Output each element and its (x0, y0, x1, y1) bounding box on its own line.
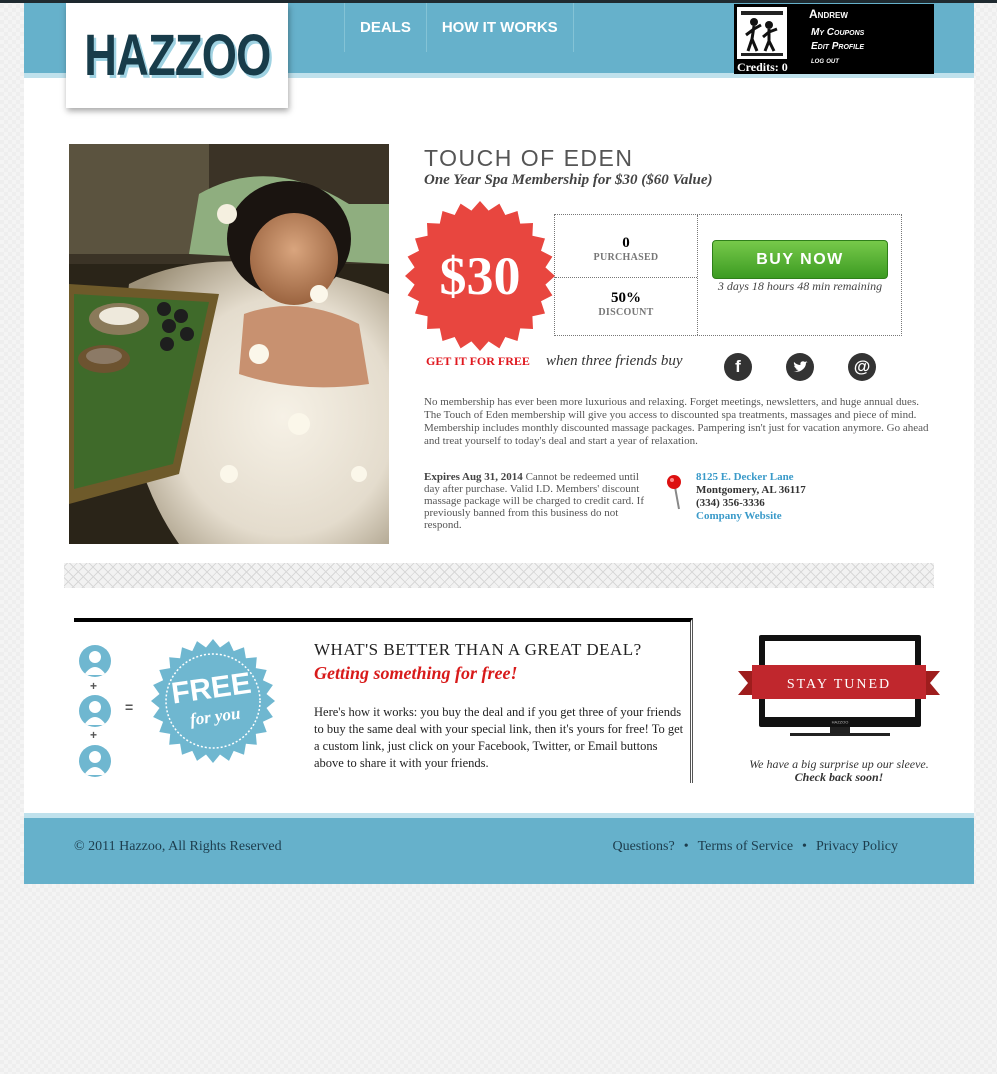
avatar[interactable] (737, 7, 787, 59)
stay-tuned-tv: HAZZOO STAY TUNED (734, 633, 944, 743)
discount-value: 50% (611, 290, 641, 306)
user-name[interactable]: Andrew (809, 7, 848, 21)
footer-link-privacy[interactable]: Privacy Policy (816, 839, 898, 855)
divider (697, 215, 698, 335)
expires-date: Expires Aug 31, 2014 (424, 471, 523, 483)
stay-tuned-message: We have a big surprise up our sleeve. Ch… (734, 758, 944, 784)
plus-sign: + (90, 679, 98, 693)
avatar-image (737, 7, 787, 59)
price-value: $30 (439, 246, 521, 306)
person-silhouette (84, 751, 106, 775)
get-it-free-label: GET IT FOR FREE (426, 354, 530, 368)
section-divider (64, 563, 934, 588)
pushpin (667, 475, 681, 510)
purchased-stat: 0 PURCHASED (555, 235, 697, 263)
friend-avatar-icon (79, 745, 111, 777)
address-city: Montgomery, AL 36117 (696, 484, 806, 496)
facebook-icon[interactable]: f (724, 353, 752, 381)
menu-edit-profile[interactable]: Edit Profile (811, 40, 864, 54)
map-pin-icon (664, 473, 686, 513)
free-section-title: WHAT'S BETTER THAN A GREAT DEAL? (314, 640, 642, 659)
footer-link-questions[interactable]: Questions? (612, 839, 674, 855)
equals-sign: = (125, 699, 134, 715)
person-silhouette (84, 651, 106, 675)
friend-avatar-icon (79, 695, 111, 727)
facebook-glyph: f (735, 357, 741, 376)
user-panel: Credits: 0 Andrew My Coupons Edit Profil… (734, 4, 934, 74)
discount-label: DISCOUNT (598, 307, 654, 318)
tv-brand: HAZZOO (832, 720, 849, 725)
copyright: © 2011 Hazzoo, All Rights Reserved (74, 839, 282, 854)
discount-stat: 50% DISCOUNT (555, 290, 697, 318)
footer-separator: • (683, 839, 689, 854)
spa-photo-illustration (69, 144, 389, 544)
main-nav: DEALS HOW IT WORKS (344, 3, 574, 52)
twitter-icon[interactable] (786, 353, 814, 381)
credits-label: Credits: 0 (737, 60, 788, 74)
buy-now-button[interactable]: BUY NOW (712, 240, 888, 279)
address-phone: (334) 356-3336 (696, 497, 765, 509)
price-badge: $30 (404, 200, 556, 352)
free-section-body: Here's how it works: you buy the deal an… (314, 705, 684, 770)
free-for-you-badge: FREE for you (150, 638, 276, 764)
plus-sign: + (90, 728, 98, 742)
user-menu: My Coupons Edit Profile log out (811, 26, 864, 68)
email-glyph: @ (853, 357, 871, 376)
expiration-terms: Expires Aug 31, 2014 Cannot be redeemed … (424, 471, 649, 531)
nav-deals[interactable]: DEALS (344, 3, 426, 52)
deal-description: No membership has ever been more luxurio… (424, 396, 929, 447)
deal-photo (69, 144, 389, 544)
email-icon[interactable]: @ (848, 353, 876, 381)
friend-avatar-icon (79, 645, 111, 677)
nav-how-it-works[interactable]: HOW IT WORKS (425, 3, 574, 52)
purchased-label: PURCHASED (593, 252, 659, 263)
business-address: 8125 E. Decker Lane Montgomery, AL 36117… (696, 471, 806, 523)
deal-title: TOUCH OF EDEN (424, 145, 634, 171)
menu-log-out[interactable]: log out (811, 54, 864, 68)
logo-text: HAZZOO (83, 23, 271, 88)
footer-link-terms[interactable]: Terms of Service (698, 839, 793, 855)
footer: © 2011 Hazzoo, All Rights Reserved Quest… (24, 818, 974, 884)
footer-separator: • (802, 839, 807, 854)
free-condition: when three friends buy (546, 353, 683, 369)
purchased-count: 0 (622, 235, 630, 251)
footer-links: Questions? • Terms of Service • Privacy … (612, 839, 898, 855)
page: HAZZOO DEALS HOW IT WORKS Credits: 0 And… (24, 3, 974, 884)
tv-illustration: HAZZOO STAY TUNED (738, 635, 940, 736)
deal-subtitle: One Year Spa Membership for $30 ($60 Val… (424, 172, 713, 188)
free-starburst: FREE for you (151, 639, 275, 763)
free-section-highlight: Getting something for free! (314, 663, 518, 683)
logo[interactable]: HAZZOO (66, 3, 288, 108)
divider (555, 277, 697, 278)
twitter-bird (793, 360, 808, 372)
address-street-link[interactable]: 8125 E. Decker Lane (696, 471, 806, 484)
person-silhouette (84, 701, 106, 725)
time-remaining: 3 days 18 hours 48 min remaining (717, 279, 883, 293)
menu-my-coupons[interactable]: My Coupons (811, 26, 864, 40)
stay-tuned-banner: STAY TUNED (787, 677, 891, 692)
company-website-link[interactable]: Company Website (696, 510, 806, 523)
stay-tuned-line2: Check back soon! (794, 770, 884, 784)
